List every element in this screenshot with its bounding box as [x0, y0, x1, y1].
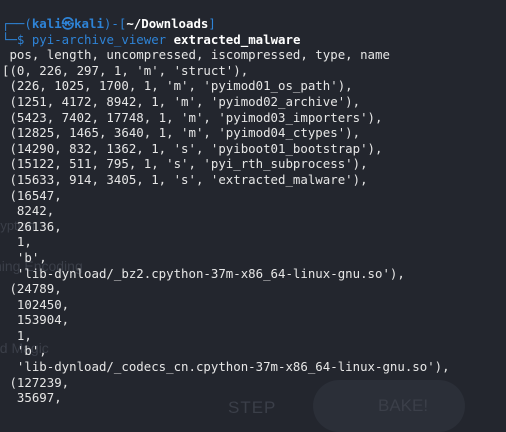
output-line: 8242,	[2, 203, 55, 219]
output-line: (127239,	[2, 374, 70, 390]
output-line: (12825, 1465, 3640, 1, 'm', 'pyimod04_ct…	[2, 125, 361, 141]
output-line: [(0, 226, 297, 1, 'm', 'struct'),	[2, 62, 249, 78]
output-line: (24789,	[2, 281, 62, 297]
output-line: 1,	[2, 327, 32, 343]
prompt-directory: ~/Downloads	[126, 16, 209, 31]
output-line: 35697,	[2, 390, 62, 406]
output-line: (5423, 7402, 17748, 1, 'm', 'pyimod03_im…	[2, 109, 383, 125]
output-line: 'b',	[2, 343, 47, 359]
output-line: 'lib-dynload/_codecs_cn.cpython-37m-x86_…	[2, 359, 450, 375]
terminal-window[interactable]: ┌──(kali㉿kali)-[~/Downloads] └─$ pyi-arc…	[0, 0, 506, 423]
prompt-separator: )-[	[103, 16, 127, 31]
output-line: 1,	[2, 234, 32, 250]
prompt-corner-top: ┌──(	[2, 16, 32, 31]
command-argument: extracted_malware	[173, 31, 301, 47]
prompt-corner-bottom: └─$	[2, 31, 32, 47]
output-line: 26136,	[2, 218, 62, 234]
output-line: pos, length, uncompressed, iscompressed,…	[2, 47, 390, 63]
output-line: 'lib-dynload/_bz2.cpython-37m-x86_64-lin…	[2, 265, 405, 281]
output-line: 'b',	[2, 249, 47, 265]
output-line: 102450,	[2, 296, 70, 312]
output-line: 153904,	[2, 312, 70, 328]
output-line: (15633, 914, 3405, 1, 's', 'extracted_ma…	[2, 171, 368, 187]
command-line[interactable]: └─$ pyi-archive_viewer extracted_malware	[2, 32, 506, 48]
output-line: (14290, 832, 1362, 1, 's', 'pyiboot01_bo…	[2, 140, 383, 156]
terminal-output: pos, length, uncompressed, iscompressed,…	[2, 47, 506, 406]
output-line: (1251, 4172, 8942, 1, 'm', 'pyimod02_arc…	[2, 93, 361, 109]
output-line: (15122, 511, 795, 1, 's', 'pyi_rth_subpr…	[2, 156, 368, 172]
output-line: (16547,	[2, 187, 62, 203]
output-line: (226, 1025, 1700, 1, 'm', 'pyimod01_os_p…	[2, 78, 353, 94]
prompt-line: ┌──(kali㉿kali)-[~/Downloads]	[2, 16, 506, 32]
prompt-user: kali㉿kali	[31, 16, 104, 31]
prompt-end: ]	[208, 16, 216, 31]
command-name: pyi-archive_viewer	[31, 31, 167, 47]
